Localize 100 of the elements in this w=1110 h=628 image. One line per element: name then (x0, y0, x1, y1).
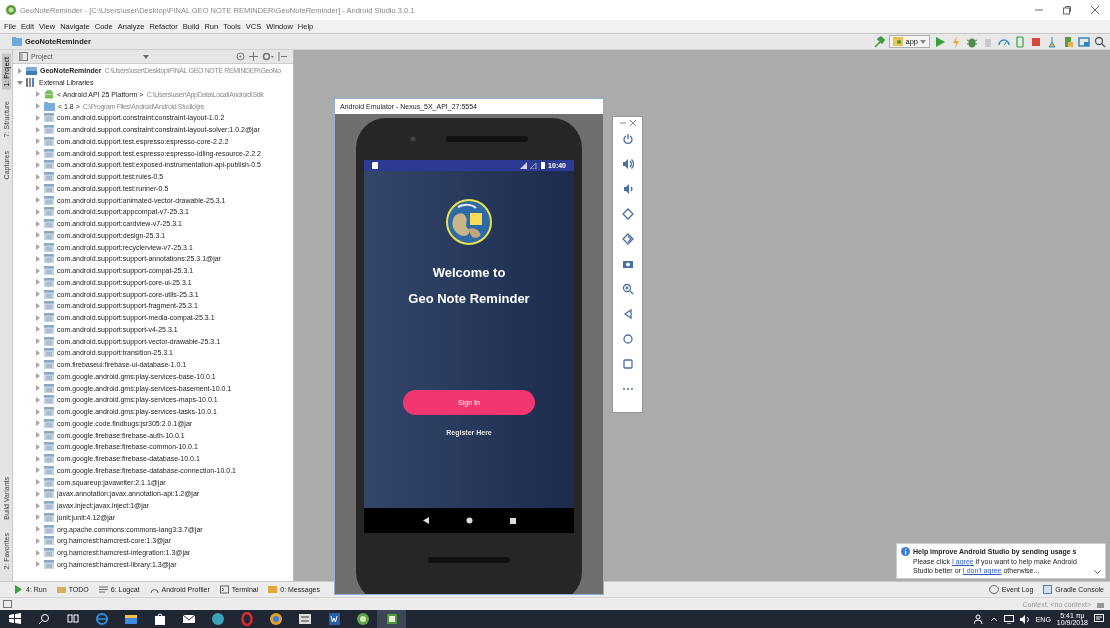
expand-arrow-icon[interactable] (35, 349, 41, 356)
library-icon (44, 465, 54, 475)
home-icon[interactable] (465, 517, 473, 524)
rotate-right-icon[interactable] (621, 233, 634, 245)
expand-arrow-icon[interactable] (35, 502, 41, 509)
library-icon (44, 454, 54, 464)
rotate-left-icon[interactable] (621, 208, 634, 220)
speaker-icon[interactable] (1019, 614, 1030, 624)
expand-arrow-icon[interactable] (35, 514, 41, 521)
expand-arrow-icon[interactable] (35, 138, 41, 145)
expand-arrow-icon[interactable] (35, 244, 41, 251)
expand-arrow-icon[interactable] (35, 208, 41, 215)
search-icon[interactable] (1094, 35, 1106, 48)
library-icon (44, 183, 54, 193)
library-icon (44, 266, 54, 276)
library-icon (44, 548, 54, 558)
folder-icon (44, 101, 55, 111)
chevron-down-icon[interactable] (1094, 570, 1101, 576)
expand-arrow-icon[interactable] (35, 232, 41, 239)
expand-arrow-icon[interactable] (35, 185, 41, 192)
expand-arrow-icon[interactable] (35, 91, 41, 98)
close-icon[interactable] (1090, 5, 1100, 15)
expand-arrow-icon[interactable] (35, 267, 41, 274)
expand-arrow-icon[interactable] (35, 302, 41, 309)
expand-arrow-icon[interactable] (35, 291, 41, 298)
windows-start-icon[interactable] (6, 612, 23, 626)
expand-arrow-icon[interactable] (35, 361, 41, 368)
expand-arrow-icon[interactable] (35, 443, 41, 450)
run-icon[interactable] (934, 35, 946, 48)
library-icon (44, 442, 54, 452)
gear-icon[interactable] (262, 52, 274, 61)
camera-icon[interactable] (621, 258, 634, 270)
expand-arrow-icon[interactable] (35, 161, 41, 168)
hide-icon[interactable] (278, 52, 287, 61)
expand-arrow-icon[interactable] (35, 279, 41, 286)
target-icon[interactable] (236, 52, 245, 61)
archive-icon[interactable] (296, 612, 313, 626)
restore-icon[interactable] (1062, 5, 1072, 15)
avd-manager-icon[interactable] (1062, 35, 1074, 48)
lightning-icon[interactable] (950, 35, 962, 48)
ring-icon[interactable] (238, 612, 255, 626)
android-studio-icon[interactable] (354, 612, 371, 626)
project-structure-icon[interactable] (1078, 35, 1090, 48)
notifications-icon[interactable] (1094, 614, 1104, 624)
library-icon (44, 148, 54, 158)
people-icon[interactable] (973, 614, 984, 624)
hammer-icon[interactable] (873, 35, 886, 48)
device-icon[interactable] (1014, 35, 1026, 48)
expand-arrow-icon[interactable] (35, 526, 41, 533)
collapse-arrow-icon[interactable] (17, 79, 23, 86)
browser-icon[interactable] (93, 612, 110, 626)
task-view-icon[interactable] (64, 612, 81, 626)
expand-arrow-icon[interactable] (35, 197, 41, 204)
minimize-icon[interactable] (619, 120, 626, 126)
expand-arrow-icon[interactable] (35, 455, 41, 462)
expand-arrow-icon[interactable] (35, 385, 41, 392)
expand-arrow-icon[interactable] (35, 314, 41, 321)
panel-toggle-icon[interactable] (3, 600, 12, 608)
library-icon (44, 430, 54, 440)
expand-arrow-icon[interactable] (35, 490, 41, 497)
expand-arrow-icon[interactable] (35, 396, 41, 403)
expand-arrow-icon[interactable] (35, 326, 41, 333)
expand-arrow-icon[interactable] (35, 420, 41, 427)
expand-arrow-icon[interactable] (35, 114, 41, 121)
expand-arrow-icon[interactable] (35, 467, 41, 474)
mail-icon[interactable] (180, 612, 197, 626)
expand-arrow-icon[interactable] (35, 338, 41, 345)
library-icon (44, 172, 54, 182)
expand-arrow-icon[interactable] (35, 255, 41, 262)
zoom-icon[interactable] (621, 283, 634, 295)
power-icon[interactable] (621, 133, 634, 145)
close-icon[interactable] (629, 120, 636, 126)
speech-bubble-icon (988, 585, 999, 594)
library-icon (44, 301, 54, 311)
expand-arrow-icon[interactable] (35, 150, 41, 157)
overview-icon[interactable] (509, 517, 516, 524)
volume-up-icon[interactable] (621, 158, 634, 170)
expand-arrow-icon[interactable] (35, 479, 41, 486)
expand-arrow-icon[interactable] (35, 173, 41, 180)
expand-arrow-icon[interactable] (35, 373, 41, 380)
expand-arrow-icon[interactable] (35, 103, 41, 110)
volume-down-icon[interactable] (621, 183, 634, 195)
expand-arrow-icon[interactable] (35, 549, 41, 556)
sdk-manager-icon[interactable] (1046, 35, 1058, 48)
back-icon[interactable] (422, 517, 429, 524)
expand-arrow-icon[interactable] (35, 220, 41, 227)
expand-arrow-icon[interactable] (17, 67, 23, 74)
folder-icon[interactable] (122, 612, 139, 626)
library-icon (44, 383, 54, 393)
expand-arrow-icon[interactable] (35, 126, 41, 133)
expand-arrow-icon[interactable] (35, 408, 41, 415)
network-icon[interactable] (1003, 614, 1014, 624)
collapse-icon[interactable] (249, 52, 258, 61)
expand-arrow-icon[interactable] (35, 432, 41, 439)
circle-logo-icon[interactable] (267, 612, 284, 626)
chevron-up-icon[interactable] (989, 616, 998, 622)
stop-icon[interactable] (1030, 35, 1042, 48)
expand-arrow-icon[interactable] (35, 537, 41, 544)
library-icon (44, 230, 54, 240)
expand-arrow-icon[interactable] (35, 561, 41, 568)
